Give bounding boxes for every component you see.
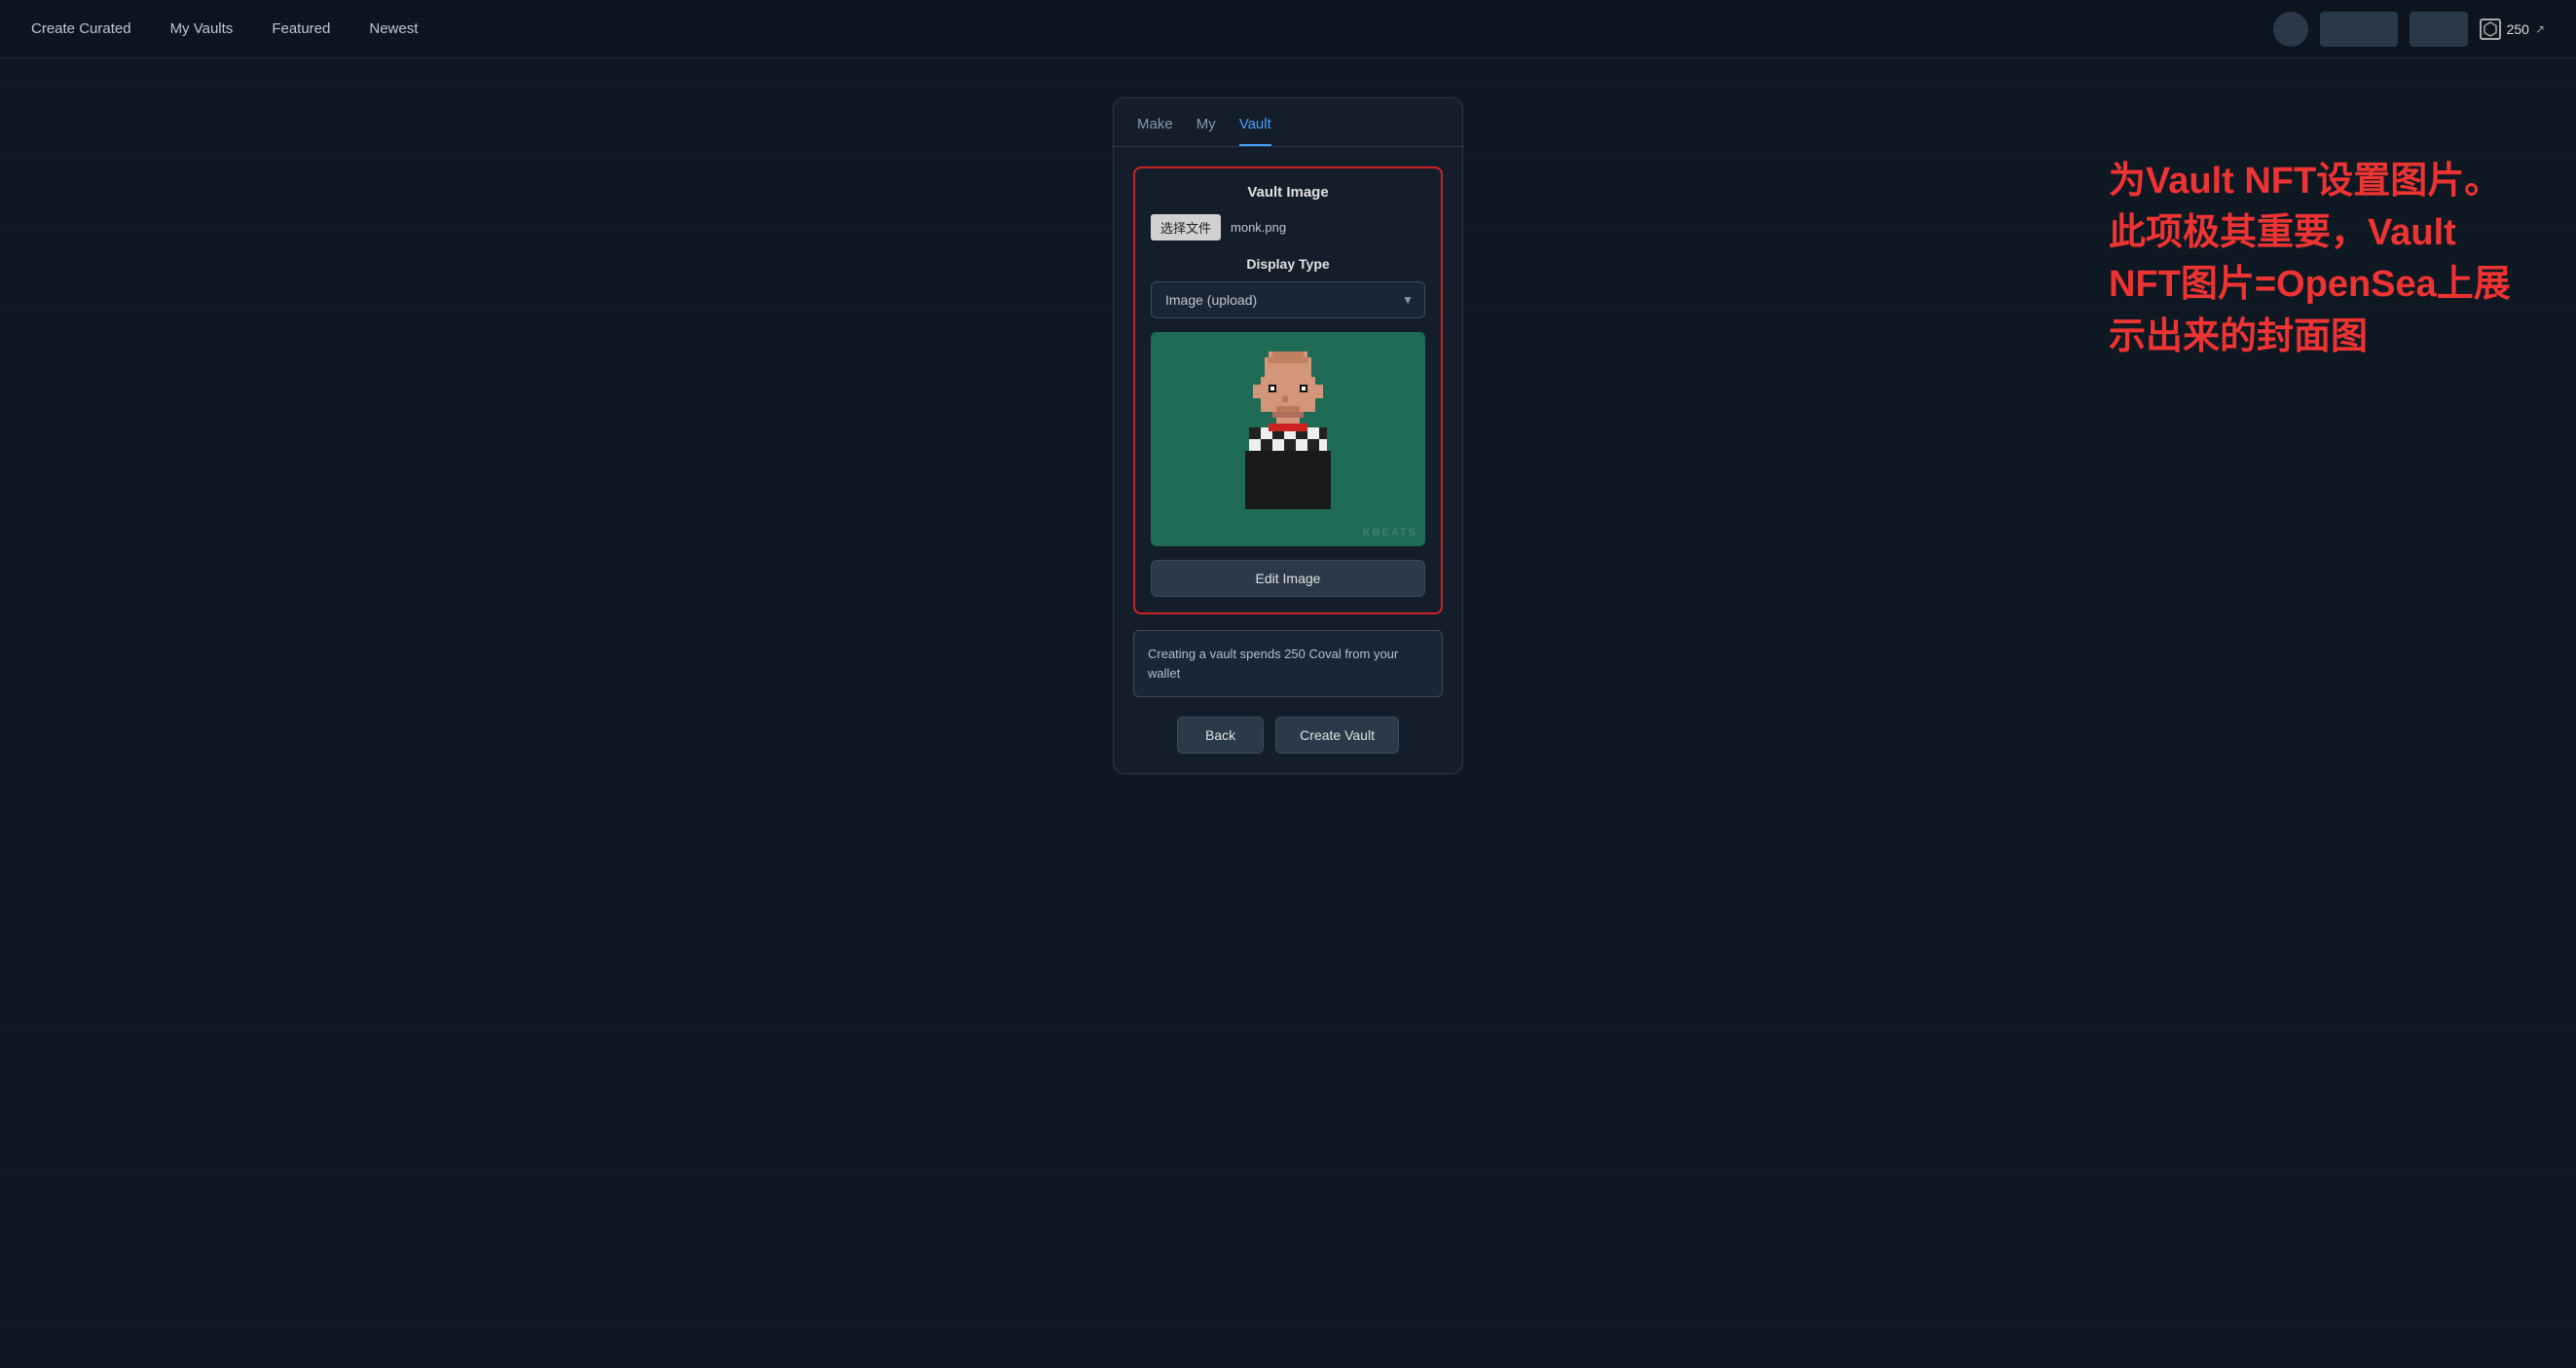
main-content: 为Vault NFT设置图片。此项极其重要，Vault NFT图片=OpenSe… (0, 58, 2576, 813)
tab-vault[interactable]: Vault (1239, 116, 1271, 146)
file-name-label: monk.png (1231, 220, 1286, 235)
file-input-row: 选择文件 monk.png (1151, 214, 1425, 240)
edit-image-button[interactable]: Edit Image (1151, 560, 1425, 597)
header: Create Curated My Vaults Featured Newest… (0, 0, 2576, 58)
watermark: KBEATS (1363, 527, 1417, 538)
create-vault-button[interactable]: Create Vault (1275, 717, 1399, 754)
choose-file-button[interactable]: 选择文件 (1151, 214, 1221, 240)
tab-my[interactable]: My (1196, 116, 1216, 146)
tabs-bar: Make My Vault (1114, 98, 1462, 147)
vault-image-title: Vault Image (1151, 184, 1425, 201)
nav-newest[interactable]: Newest (369, 20, 418, 37)
vault-image-section: Vault Image 选择文件 monk.png Display Type I… (1133, 166, 1443, 614)
display-type-select[interactable]: Image (upload) URL Video 3D Model (1151, 281, 1425, 318)
avatar-3 (2410, 12, 2468, 47)
nav-featured[interactable]: Featured (272, 20, 330, 37)
nav-create-curated[interactable]: Create Curated (31, 20, 131, 37)
info-box: Creating a vault spends 250 Coval from y… (1133, 630, 1443, 697)
nav-my-vaults[interactable]: My Vaults (170, 20, 234, 37)
vault-card: Make My Vault Vault Image 选择文件 monk.png … (1113, 97, 1463, 774)
monk-image (1210, 342, 1366, 536)
external-link-icon[interactable]: ↗ (2535, 22, 2545, 36)
coval-badge[interactable]: 250 ↗ (2480, 18, 2545, 40)
tab-make[interactable]: Make (1137, 116, 1173, 146)
card-body: Vault Image 选择文件 monk.png Display Type I… (1114, 147, 1462, 773)
annotation-text: 为Vault NFT设置图片。此项极其重要，Vault NFT图片=OpenSe… (2109, 156, 2518, 363)
coval-amount: 250 (2507, 21, 2529, 37)
display-type-label: Display Type (1151, 256, 1425, 272)
back-button[interactable]: Back (1177, 717, 1264, 754)
coval-svg (2483, 21, 2498, 37)
nav: Create Curated My Vaults Featured Newest (31, 20, 418, 37)
coval-icon (2480, 18, 2501, 40)
header-right: 250 ↗ (2273, 12, 2545, 47)
image-preview: KBEATS (1151, 332, 1425, 546)
avatar-2 (2320, 12, 2398, 47)
avatar-1 (2273, 12, 2308, 47)
bottom-buttons: Back Create Vault (1133, 717, 1443, 754)
display-type-wrapper: Image (upload) URL Video 3D Model ▼ (1151, 281, 1425, 318)
